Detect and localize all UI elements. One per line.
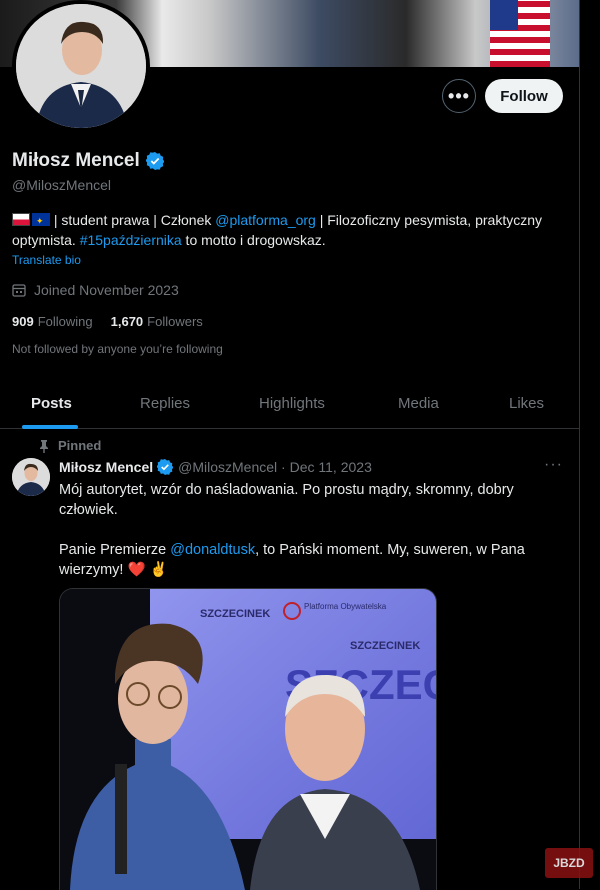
avatar-photo [16,4,146,128]
tab-media[interactable]: Media [398,395,439,412]
following-label: Following [37,314,93,329]
tweet-text-2a: Panie Premierze [59,542,171,558]
us-flag-in-banner [490,0,550,67]
bio-text-3: to motto i drogowskaz. [181,232,326,248]
tab-replies[interactable]: Replies [140,395,190,412]
profile-bio: | student prawa | Członek @platforma_org… [12,210,572,250]
follow-button[interactable]: Follow [485,79,563,113]
profile-handle: @MiloszMencel [12,177,112,193]
bio-text-1: | student prawa | Członek [50,212,216,228]
follow-stats: 909 Following 1,670 Followers [12,314,221,329]
tweet-more-button[interactable]: ··· [544,456,563,474]
pinned-text: Pinned [58,438,102,453]
tweet-mention-link[interactable]: @donaldtusk [170,542,255,558]
poland-flag-icon [12,213,30,226]
tweet-separator: · [277,459,290,475]
profile-name-text: Miłosz Mencel [12,150,140,171]
tweet-author-name[interactable]: Miłosz Mencel [59,459,153,475]
followers-label: Followers [147,314,203,329]
scrollbar-gutter [579,0,600,889]
more-options-button[interactable]: ••• [442,79,476,113]
sign-top-text: SZCZECINEK [200,608,270,620]
watermark-text: JBZD [553,856,585,870]
tweet-date[interactable]: Dec 11, 2023 [290,459,372,475]
tab-highlights[interactable]: Highlights [259,395,325,412]
joined-text: Joined November 2023 [34,282,179,298]
following-count: 909 [12,314,34,329]
bio-mention-link[interactable]: @platforma_org [215,212,316,228]
tab-posts[interactable]: Posts [31,395,72,412]
joined-date: Joined November 2023 [12,282,179,298]
profile-tabs: Posts Replies Highlights Media Likes [0,380,580,429]
tweet-paragraph-1: Mój autorytet, wzór do naśladowania. Po … [59,482,514,518]
tweet-author-avatar[interactable] [12,458,50,496]
profile-avatar[interactable] [12,0,150,132]
tweet-header: Miłosz Mencel @MiloszMencel · Dec 11, 20… [59,459,372,475]
bio-hashtag-link[interactable]: #15października [80,232,182,248]
followers-count: 1,670 [110,314,144,329]
not-followed-notice: Not followed by anyone you’re following [12,342,223,356]
sign-text-2: SZCZECINEK [350,640,420,652]
verified-badge-icon [157,459,174,475]
tweet-text: Mój autorytet, wzór do naśladowania. Po … [59,480,549,600]
calendar-icon [12,284,26,297]
tweet-author-handle[interactable]: @MiloszMencel [178,459,277,475]
verified-badge-icon[interactable] [145,152,164,170]
active-tab-indicator [22,425,78,429]
tweet-avatar-photo [12,458,50,496]
more-icon: ••• [448,85,470,106]
tab-likes[interactable]: Likes [509,395,544,412]
tweet-media-photo[interactable]: SZCZECINE SZCZECINEK SZCZECINEK Platform… [59,588,437,890]
eu-flag-icon [32,211,50,231]
followers-link[interactable]: 1,670 Followers [111,314,203,329]
tweet-paragraph-2: Panie Premierze @donaldtusk, to Pański m… [59,540,549,580]
pinned-label: Pinned [38,438,101,453]
tweet-photo-illustration: SZCZECINE SZCZECINEK SZCZECINEK Platform… [60,589,436,890]
following-link[interactable]: 909 Following [12,314,93,329]
profile-name: Miłosz Mencel [12,150,164,172]
po-logo-text: Platforma Obywatelska [304,602,387,611]
translate-bio-link[interactable]: Translate bio [12,253,81,267]
site-watermark-logo: JBZD [545,848,593,878]
pin-icon [40,439,48,453]
